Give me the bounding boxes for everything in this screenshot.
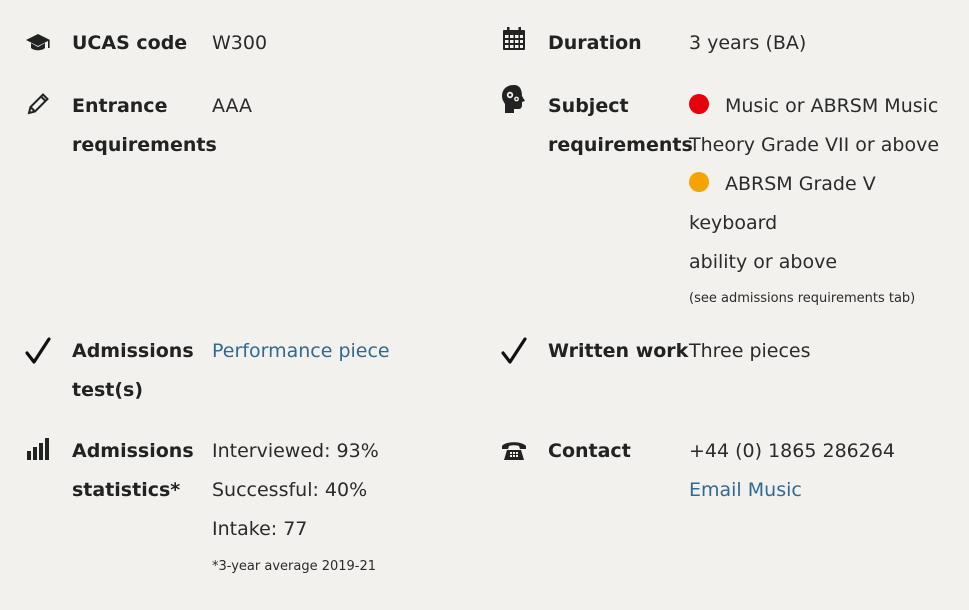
calendar-icon	[500, 25, 528, 53]
intake-stat: Intake: 77	[212, 518, 308, 540]
duration-label: Duration	[548, 32, 642, 54]
subject-requirements-value: Music or ABRSM Music Theory Grade VII or…	[689, 87, 967, 309]
written-work-label: Written work	[548, 340, 689, 362]
performance-piece-link[interactable]: Performance piece	[212, 340, 390, 362]
head-gears-icon	[500, 85, 528, 113]
subject-note: (see admissions requirements tab)	[689, 291, 916, 306]
entrance-requirements-label: Entrance requirements	[72, 87, 217, 165]
subject-label-line1: Subject	[548, 95, 629, 117]
admissions-statistics-value: Interviewed: 93% Successful: 40% Intake:…	[212, 432, 379, 577]
checkmark-icon	[500, 337, 528, 365]
red-dot-icon	[689, 94, 709, 114]
checkmark-icon	[24, 337, 52, 365]
entrance-label-line1: Entrance	[72, 95, 168, 117]
contact-value: +44 (0) 1865 286264 Email Music	[689, 432, 895, 510]
orange-dot-icon	[689, 172, 709, 192]
pencil-icon	[24, 90, 52, 118]
written-work-value: Three pieces	[689, 340, 811, 362]
subject-requirements-label: Subject requirements	[548, 87, 693, 165]
contact-label: Contact	[548, 440, 631, 462]
contact-phone: +44 (0) 1865 286264	[689, 440, 896, 462]
duration-value: 3 years (BA)	[689, 32, 807, 54]
admissions-tests-label-line1: Admissions	[72, 340, 194, 362]
subject-label-line2: requirements	[548, 134, 693, 156]
admissions-tests-label: Admissions test(s)	[72, 332, 194, 410]
subject-item-2-line1: ABRSM Grade V keyboard	[689, 173, 876, 234]
graduation-cap-icon	[24, 29, 52, 57]
admissions-tests-value: Performance piece	[212, 332, 390, 371]
telephone-icon	[500, 437, 528, 465]
subject-item-1-line1: Music or ABRSM Music	[725, 95, 939, 117]
stats-label-line1: Admissions	[72, 440, 194, 462]
subject-item-1: Music or ABRSM Music	[689, 87, 967, 126]
admissions-tests-label-line2: test(s)	[72, 379, 144, 401]
entrance-label-line2: requirements	[72, 134, 217, 156]
entrance-requirements-value: AAA	[212, 95, 253, 117]
subject-item-2-line2: ability or above	[689, 251, 838, 273]
stats-label-line2-text: statistics*	[72, 479, 181, 501]
subject-item-1-line2: Theory Grade VII or above	[689, 134, 940, 156]
stats-footnote: *3-year average 2019-21	[212, 559, 377, 574]
email-music-link[interactable]: Email Music	[689, 479, 802, 501]
admissions-statistics-label: Admissions statistics*	[72, 432, 194, 510]
ucas-code-value: W300	[212, 32, 268, 54]
bar-chart-icon	[24, 435, 52, 463]
successful-stat: Successful: 40%	[212, 479, 368, 501]
stats-label-line2: statistics*	[72, 471, 194, 510]
interviewed-stat: Interviewed: 93%	[212, 440, 379, 462]
subject-item-2: ABRSM Grade V keyboard	[689, 165, 967, 243]
ucas-code-label: UCAS code	[72, 32, 188, 54]
